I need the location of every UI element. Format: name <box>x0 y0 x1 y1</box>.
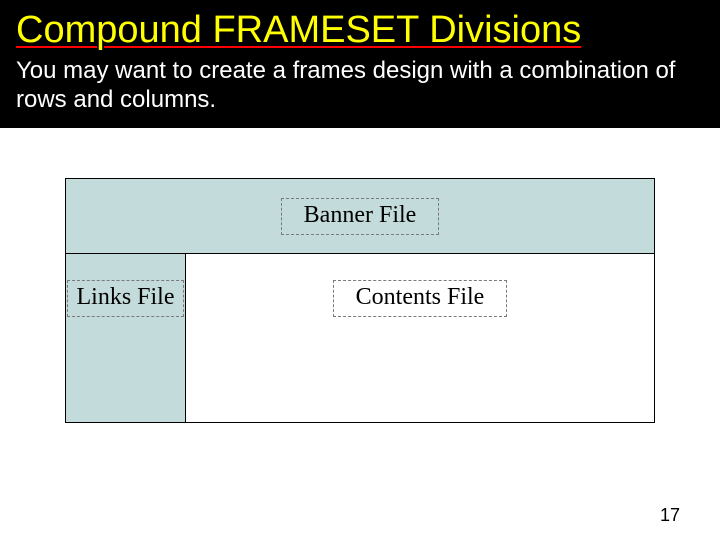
slide-title: Compound FRAMESET Divisions <box>16 8 704 53</box>
links-label: Links File <box>67 280 183 317</box>
contents-frame: Contents File <box>186 254 654 422</box>
slide-header: Compound FRAMESET Divisions You may want… <box>0 0 720 128</box>
contents-label: Contents File <box>333 280 508 317</box>
links-frame: Links File <box>66 254 186 422</box>
slide-subtitle: You may want to create a frames design w… <box>16 57 704 115</box>
frameset-diagram: Banner File Links File Contents File <box>65 178 655 423</box>
banner-label: Banner File <box>281 198 440 235</box>
page-number: 17 <box>660 505 680 526</box>
lower-frames: Links File Contents File <box>66 254 654 422</box>
banner-frame: Banner File <box>66 179 654 254</box>
